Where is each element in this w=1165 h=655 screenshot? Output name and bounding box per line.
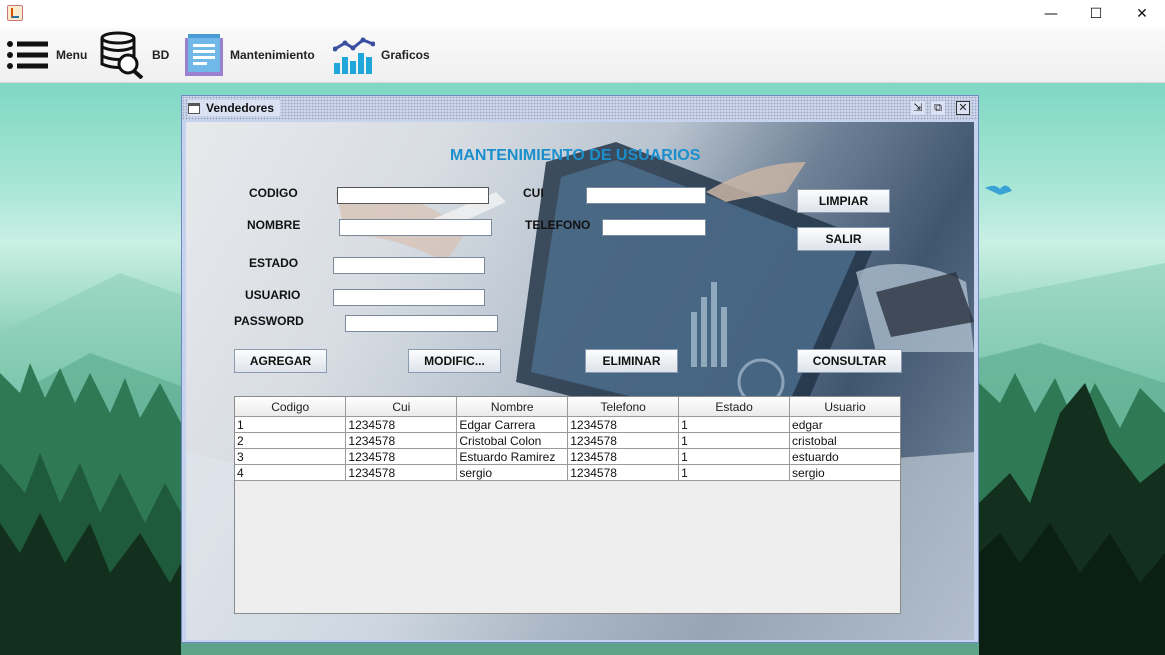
- cell-nombre[interactable]: sergio: [456, 464, 569, 481]
- column-header-telefono[interactable]: Telefono: [567, 397, 680, 417]
- cell-telefono[interactable]: 1234578: [567, 464, 680, 481]
- menu-item-bd[interactable]: BD: [100, 28, 169, 82]
- label-cui: CUI: [523, 186, 544, 200]
- column-header-estado[interactable]: Estado: [678, 397, 791, 417]
- cui-field[interactable]: [586, 187, 706, 204]
- bar-chart-icon: [333, 37, 375, 74]
- telefono-field[interactable]: [602, 219, 706, 236]
- cell-cui[interactable]: 1234578: [345, 432, 458, 449]
- label-codigo: CODIGO: [249, 186, 298, 200]
- limpiar-button[interactable]: LIMPIAR: [797, 189, 890, 213]
- frame-window-icon: [188, 102, 200, 114]
- table-row[interactable]: 4 1234578 sergio 1234578 1 sergio: [235, 464, 900, 481]
- window-titlebar: — ☐ ✕: [0, 0, 1165, 28]
- password-field[interactable]: [345, 315, 498, 332]
- frame-title: Vendedores: [206, 101, 275, 115]
- salir-button[interactable]: SALIR: [797, 227, 890, 251]
- cell-nombre[interactable]: Estuardo Ramirez: [456, 448, 569, 465]
- cell-codigo[interactable]: 3: [235, 448, 347, 465]
- frame-title-group: Vendedores: [188, 100, 281, 116]
- column-header-cui[interactable]: Cui: [345, 397, 458, 417]
- window-minimize-button[interactable]: —: [1028, 0, 1074, 28]
- menu-label-graficos: Graficos: [381, 48, 430, 62]
- cell-codigo[interactable]: 2: [235, 432, 347, 449]
- label-usuario: USUARIO: [245, 288, 301, 302]
- cell-nombre[interactable]: Cristobal Colon: [456, 432, 569, 449]
- internal-frame-titlebar[interactable]: Vendedores ⇲ ⧉ ✕: [182, 96, 978, 120]
- cell-cui[interactable]: 1234578: [345, 416, 458, 433]
- cell-estado[interactable]: 1: [678, 416, 791, 433]
- menu-item-mantenimiento[interactable]: Mantenimiento: [184, 28, 315, 82]
- window-maximize-button[interactable]: ☐: [1073, 0, 1119, 28]
- cell-codigo[interactable]: 1: [235, 416, 347, 433]
- minimize-icon[interactable]: ⇲: [911, 101, 925, 115]
- estado-field[interactable]: [333, 257, 485, 274]
- column-header-usuario[interactable]: Usuario: [789, 397, 900, 417]
- java-app-icon: [7, 5, 23, 21]
- cell-usuario[interactable]: cristobal: [789, 432, 900, 449]
- document-list-icon: [185, 34, 223, 76]
- column-header-codigo[interactable]: Codigo: [235, 397, 347, 417]
- cell-usuario[interactable]: estuardo: [789, 448, 900, 465]
- cell-telefono[interactable]: 1234578: [567, 432, 680, 449]
- hamburger-menu-icon: [7, 41, 48, 69]
- database-search-icon: [100, 31, 144, 79]
- eliminar-button[interactable]: ELIMINAR: [585, 349, 678, 373]
- cell-telefono[interactable]: 1234578: [567, 416, 680, 433]
- menu-item-graficos[interactable]: Graficos: [333, 28, 430, 82]
- page-title: MANTENIMIENTO DE USUARIOS: [450, 147, 701, 164]
- label-estado: ESTADO: [249, 256, 299, 270]
- table-header-row: Codigo Cui Nombre Telefono Estado Usuari…: [235, 397, 900, 417]
- label-telefono: TELEFONO: [525, 218, 591, 232]
- usuario-field[interactable]: [333, 289, 485, 306]
- cell-nombre[interactable]: Edgar Carrera: [456, 416, 569, 433]
- cell-estado[interactable]: 1: [678, 432, 791, 449]
- modificar-button[interactable]: MODIFIC...: [408, 349, 501, 373]
- nombre-field[interactable]: [339, 219, 492, 236]
- maximize-icon[interactable]: ⧉: [931, 101, 945, 115]
- cell-telefono[interactable]: 1234578: [567, 448, 680, 465]
- menu-label-bd: BD: [152, 48, 170, 62]
- window-close-button[interactable]: ✕: [1119, 0, 1165, 28]
- label-password: PASSWORD: [234, 314, 304, 328]
- label-nombre: NOMBRE: [247, 218, 301, 232]
- menu-item-menu[interactable]: Menu: [6, 28, 87, 82]
- consultar-button[interactable]: CONSULTAR: [797, 349, 902, 373]
- cell-cui[interactable]: 1234578: [345, 448, 458, 465]
- cell-estado[interactable]: 1: [678, 464, 791, 481]
- table-row[interactable]: 3 1234578 Estuardo Ramirez 1234578 1 est…: [235, 448, 900, 465]
- agregar-button[interactable]: AGREGAR: [234, 349, 327, 373]
- close-icon[interactable]: ✕: [956, 101, 970, 115]
- frame-content: MANTENIMIENTO DE USUARIOS CODIGO CUI NOM…: [186, 122, 974, 640]
- menubar: Menu BD Mantenimiento Graficos: [0, 28, 1165, 83]
- table-row[interactable]: 1 1234578 Edgar Carrera 1234578 1 edgar: [235, 416, 900, 433]
- table-row[interactable]: 2 1234578 Cristobal Colon 1234578 1 cris…: [235, 432, 900, 449]
- cell-codigo[interactable]: 4: [235, 464, 347, 481]
- internal-frame-vendedores: Vendedores ⇲ ⧉ ✕ MANTENIMIENTO DE USUARI…: [181, 95, 979, 643]
- cell-estado[interactable]: 1: [678, 448, 791, 465]
- cell-usuario[interactable]: edgar: [789, 416, 900, 433]
- codigo-field[interactable]: [337, 187, 489, 204]
- cell-usuario[interactable]: sergio: [789, 464, 900, 481]
- menu-label-menu: Menu: [56, 48, 88, 62]
- cell-cui[interactable]: 1234578: [345, 464, 458, 481]
- menu-label-mantenimiento: Mantenimiento: [230, 48, 315, 62]
- vendedores-table[interactable]: Codigo Cui Nombre Telefono Estado Usuari…: [234, 396, 901, 614]
- column-header-nombre[interactable]: Nombre: [456, 397, 569, 417]
